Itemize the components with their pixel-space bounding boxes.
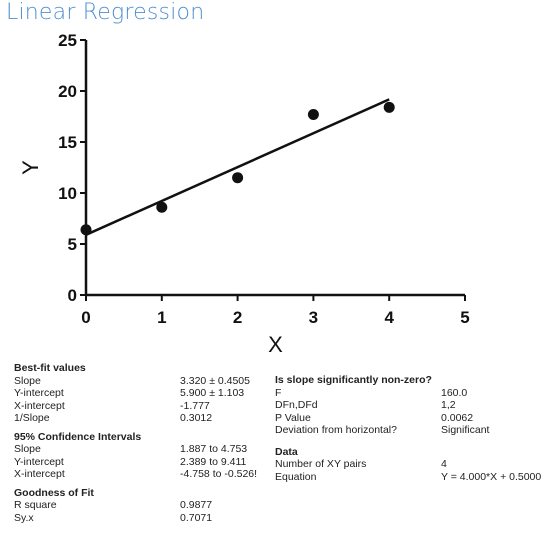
data-header: Data [275,445,298,458]
stat-value: 5.900 ± 1.103 [180,387,245,399]
slope-test-header: Is slope significantly non-zero? [275,374,432,386]
stat-value: 2.389 to 9.411 [180,455,247,468]
stat-value: 0.9877 [180,499,213,511]
stat-value: 0.3012 [180,412,213,424]
y-tick-label: 25 [58,31,77,50]
gof-header: Goodness of Fit [14,486,94,499]
stat-label: X-intercept [14,399,65,412]
stats-right: Is slope significantly non-zero? F 160.0 D… [275,374,541,483]
stat-row: Y-intercept 2.389 to 9.411 [14,456,257,469]
stat-value: 1.887 to 4.753 [180,443,248,455]
regression-chart: 0 1 2 3 4 5 0 5 10 15 20 25 X Y [18,31,470,357]
tick-marks: 0 1 2 3 4 5 0 5 10 15 20 25 [58,31,470,327]
stat-value: 4 [441,458,447,470]
stat-label: X-intercept [14,468,65,480]
stats-left: Best-fit values Slope 3.320 ± 0.4505 Y-int… [14,362,257,524]
stat-value: 160.0 [441,386,468,399]
ci-table: Slope 1.887 to 4.753 Y-intercept 2.389 to 9… [14,443,257,481]
y-tick-label: 15 [58,133,77,152]
stat-value: Significant [441,424,490,436]
best-fit-table: Slope 3.320 ± 0.4505 Y-intercept 5.900 ± 1.… [14,375,257,425]
x-tick-label: 2 [233,308,242,327]
stat-row: Deviation from horizontal? Significant [275,424,541,437]
y-tick-label: 10 [58,184,77,203]
stat-value: 3.320 ± 0.4505 [180,374,250,387]
stat-row: 1/Slope 0.3012 [14,412,257,425]
stat-label: 1/Slope [14,412,50,424]
stat-row: F 160.0 [275,387,541,400]
slope-test-table: F 160.0 DFn,DFd 1,2 P Value 0.0062 Deviation f… [275,387,541,437]
stat-row: P Value 0.0062 [275,412,541,425]
stat-row: R square 0.9877 [14,499,257,512]
stat-label: R square [14,499,57,511]
stat-value: 1,2 [441,399,456,411]
x-axis-title: X [268,332,283,357]
stat-row: X-intercept -4.758 to -0.526! [14,468,257,481]
stat-row: Y-intercept 5.900 ± 1.103 [14,387,257,400]
stat-label: Deviation from horizontal? [275,424,397,436]
stat-row: DFn,DFd 1,2 [275,399,541,412]
stat-row: Slope 1.887 to 4.753 [14,443,257,456]
stat-value: Y = 4.000*X + 0.5000 [441,470,542,483]
ci-header: 95% Confidence Intervals [14,430,142,443]
axes [84,40,465,297]
y-axis-title: Y [18,160,43,175]
gof-table: R square 0.9877 Sy.x 0.7071 [14,499,257,524]
stat-label: Number of XY pairs [275,458,367,470]
x-tick-label: 0 [81,308,90,327]
stat-label: Slope [14,443,41,455]
x-tick-label: 4 [384,308,394,327]
stat-row: Sy.x 0.7071 [14,512,257,525]
data-point [307,108,319,120]
x-tick-label: 5 [460,308,469,327]
stat-label: DFn,DFd [275,399,318,411]
stat-value: -1.777 [180,399,210,412]
stat-label: P Value [275,411,311,424]
stat-row: X-intercept -1.777 [14,400,257,413]
stat-row: Number of XY pairs 4 [275,458,541,471]
stat-row: Equation Y = 4.000*X + 0.5000 [275,471,541,484]
regression-line-group [85,98,390,236]
stat-row: Slope 3.320 ± 0.4505 [14,375,257,388]
data-point [383,101,395,113]
x-tick-label: 3 [309,308,318,327]
stat-label: F [275,386,282,399]
stat-value: 0.0062 [441,411,474,424]
data-point [80,224,92,236]
stat-label: Slope [14,374,41,387]
x-tick-label: 1 [157,308,166,327]
data-point [156,201,168,213]
stat-label: Sy.x [14,511,34,524]
stat-label: Equation [275,470,317,483]
stat-label: Y-intercept [14,455,64,468]
stat-label: Y-intercept [14,387,64,399]
y-tick-label: 5 [68,235,77,254]
y-tick-label: 20 [58,82,77,101]
data-point [232,172,244,184]
stat-value: 0.7071 [180,511,213,524]
y-tick-label: 0 [68,286,77,305]
regression-line [85,98,390,236]
data-table: Number of XY pairs 4 Equation Y = 4.000*X +… [275,458,541,483]
best-fit-header: Best-fit values [14,362,86,374]
stat-value: -4.758 to -0.526! [180,468,258,480]
